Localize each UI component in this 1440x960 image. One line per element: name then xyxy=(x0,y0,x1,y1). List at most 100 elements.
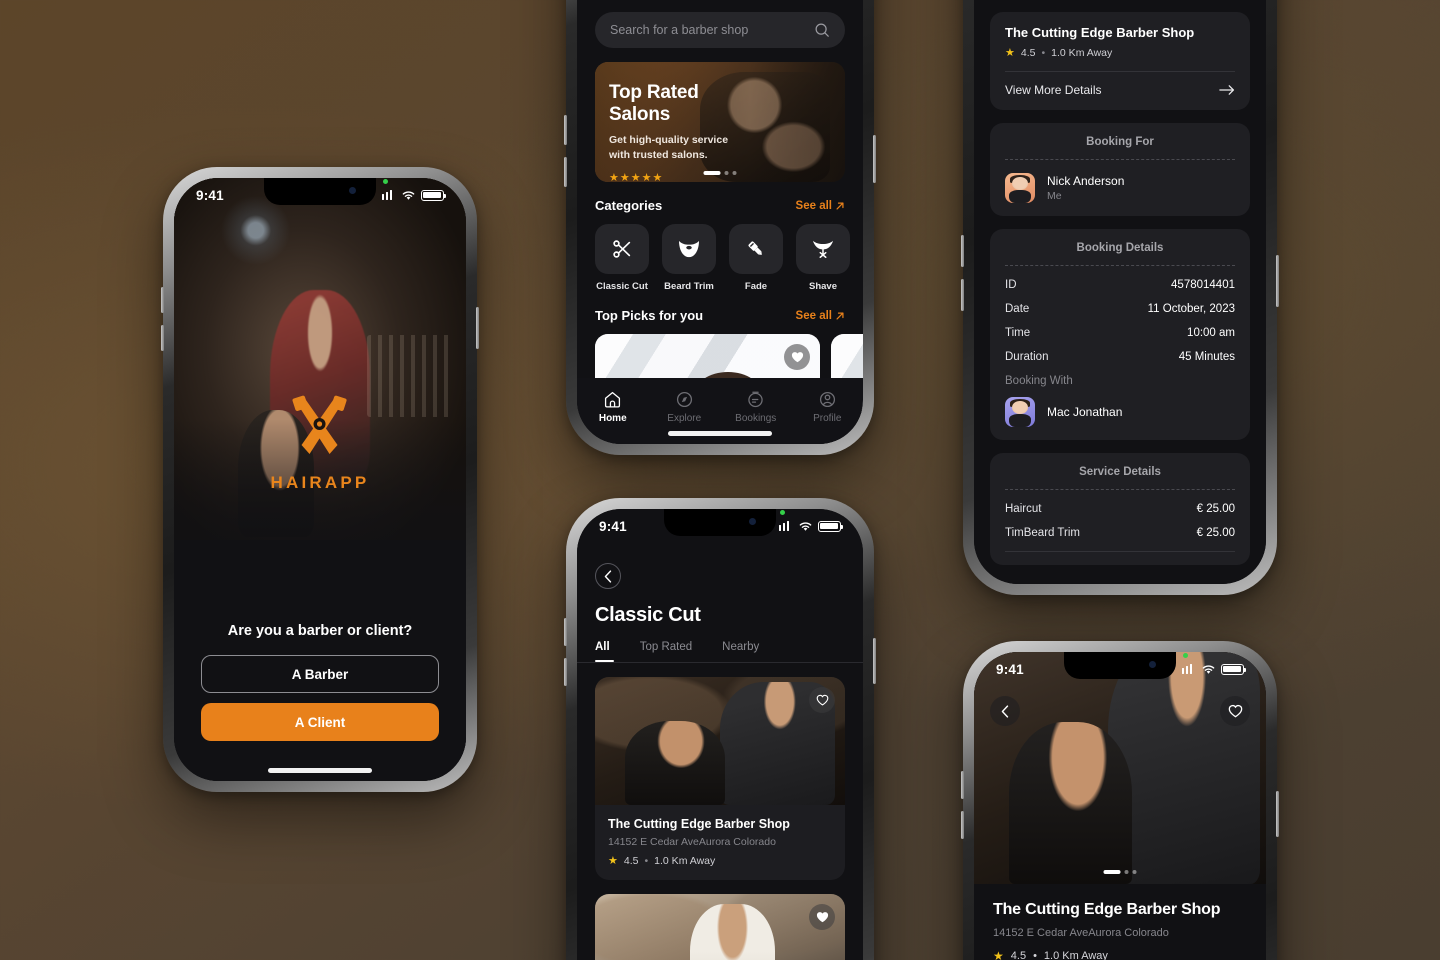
barber-shop-card[interactable]: The Cutting Edge Barber Shop 14152 E Ced… xyxy=(595,677,845,880)
person-role: Me xyxy=(1047,190,1062,202)
detail-row-duration: Duration 45 Minutes xyxy=(1005,351,1235,363)
battery-icon xyxy=(1221,663,1246,675)
calendar-icon xyxy=(720,388,792,410)
tab-profile[interactable]: Profile xyxy=(792,388,864,424)
volume-up-button[interactable] xyxy=(961,771,964,799)
volume-down-button[interactable] xyxy=(564,658,567,686)
detail-key: Duration xyxy=(1005,351,1049,363)
service-value: € 25.00 xyxy=(1196,527,1235,539)
beard-icon xyxy=(662,224,716,274)
top-picks-see-all-link[interactable]: See all xyxy=(796,310,845,322)
arrow-up-right-icon xyxy=(835,311,845,321)
meta-separator: • xyxy=(1041,46,1046,59)
hero-banner[interactable]: Top Rated Salons Get high-quality servic… xyxy=(595,62,845,182)
barber-shop-card[interactable] xyxy=(595,894,845,960)
shop-distance: 1.0 Km Away xyxy=(654,854,716,867)
shop-rating: 4.5 xyxy=(1010,950,1027,960)
shop-summary-card[interactable]: The Cutting Edge Barber Shop ★ 4.5 • 1.0… xyxy=(990,12,1250,110)
volume-down-button[interactable] xyxy=(161,325,164,351)
detail-row-time: Time 10:00 am xyxy=(1005,327,1235,339)
top-picks-heading: Top Picks for you xyxy=(595,308,704,323)
search-icon[interactable] xyxy=(814,22,830,38)
tab-nearby[interactable]: Nearby xyxy=(722,641,759,662)
power-button[interactable] xyxy=(873,135,876,183)
a-client-button[interactable]: A Client xyxy=(201,703,439,741)
clipper-icon xyxy=(729,224,783,274)
power-button[interactable] xyxy=(873,638,876,684)
categories-see-all-link[interactable]: See all xyxy=(796,200,845,212)
power-button[interactable] xyxy=(1276,791,1279,837)
shop-rating: 4.5 xyxy=(623,854,639,867)
crossed-razors-logo-icon xyxy=(283,393,357,467)
service-key: TimBeard Trim xyxy=(1005,527,1080,539)
favorite-heart-icon[interactable] xyxy=(784,344,810,370)
carousel-dots[interactable] xyxy=(1103,870,1137,874)
booking-for-person[interactable]: Nick Anderson Me xyxy=(1005,173,1235,203)
person-name: Nick Anderson xyxy=(1047,174,1125,188)
favorite-heart-icon[interactable] xyxy=(809,904,835,930)
avatar xyxy=(1005,173,1035,203)
category-item-classic-cut[interactable]: Classic Cut xyxy=(595,224,649,292)
category-item-fade[interactable]: Fade xyxy=(729,224,783,292)
arrow-right-icon xyxy=(1219,84,1235,96)
view-more-label: View More Details xyxy=(1005,83,1102,97)
tab-all[interactable]: All xyxy=(595,641,610,662)
role-question: Are you a barber or client? xyxy=(227,623,413,639)
page-title: Classic Cut xyxy=(595,604,701,626)
tab-home[interactable]: Home xyxy=(577,388,649,424)
battery-icon xyxy=(421,189,446,201)
booking-with-barber[interactable]: Mac Jonathan xyxy=(1005,397,1235,427)
volume-down-button[interactable] xyxy=(564,157,567,187)
carousel-dots[interactable] xyxy=(703,171,737,175)
meta-separator: • xyxy=(644,854,649,867)
favorite-heart-icon[interactable] xyxy=(809,687,835,713)
battery-icon xyxy=(818,520,843,532)
detail-value: 11 October, 2023 xyxy=(1147,303,1235,315)
volume-up-button[interactable] xyxy=(161,287,164,313)
power-button[interactable] xyxy=(476,307,479,349)
categories-heading: Categories xyxy=(595,198,663,213)
volume-up-button[interactable] xyxy=(961,235,964,267)
top-picks-section-header: Top Picks for you See all xyxy=(595,308,845,323)
back-button[interactable] xyxy=(595,563,621,589)
classic-cut-screen: 9:41 Classic Cut All Top Rated Nearby Th… xyxy=(577,509,863,960)
detail-value: 45 Minutes xyxy=(1178,351,1235,363)
shop-name: The Cutting Edge Barber Shop xyxy=(993,901,1221,918)
favorite-heart-icon[interactable] xyxy=(1220,696,1250,726)
scissors-icon xyxy=(595,224,649,274)
detail-key: Time xyxy=(1005,327,1031,339)
volume-down-button[interactable] xyxy=(961,811,964,839)
categories-section-header: Categories See all xyxy=(595,198,845,213)
search-input[interactable]: Search for a barber shop xyxy=(595,12,845,48)
shop-meta: ★ 4.5 • 1.0 Km Away xyxy=(1005,46,1235,60)
category-item-beard-trim[interactable]: Beard Trim xyxy=(662,224,716,292)
shop-rating: 4.5 xyxy=(1020,46,1036,59)
service-key: Haircut xyxy=(1005,503,1042,515)
shop-address: 14152 E Cedar AveAurora Colorado xyxy=(608,836,776,848)
booking-details-title: Booking Details xyxy=(1076,242,1164,254)
tab-bookings[interactable]: Bookings xyxy=(720,388,792,424)
detail-value: 10:00 am xyxy=(1187,327,1235,339)
home-indicator[interactable] xyxy=(268,768,372,773)
dashed-divider xyxy=(1005,265,1235,266)
booking-details-screen: The Cutting Edge Barber Shop ★ 4.5 • 1.0… xyxy=(974,0,1266,584)
razor-icon xyxy=(796,224,850,274)
back-button[interactable] xyxy=(990,696,1020,726)
detail-row-date: Date 11 October, 2023 xyxy=(1005,303,1235,315)
volume-up-button[interactable] xyxy=(564,618,567,646)
home-indicator[interactable] xyxy=(668,431,772,436)
category-item-shave[interactable]: Shave xyxy=(796,224,850,292)
cellular-signal-icon xyxy=(1181,653,1197,674)
hero-subtitle: Get high-quality service with trusted sa… xyxy=(609,134,729,162)
view-more-details-link[interactable]: View More Details xyxy=(1005,83,1235,97)
power-button[interactable] xyxy=(1276,255,1279,307)
tab-explore[interactable]: Explore xyxy=(649,388,721,424)
volume-down-button[interactable] xyxy=(961,279,964,311)
splash-screen: 9:41 HAIRAPP Are you a barber or client?… xyxy=(174,178,466,781)
tab-top-rated[interactable]: Top Rated xyxy=(640,641,692,662)
a-barber-button[interactable]: A Barber xyxy=(201,655,439,693)
divider xyxy=(1005,551,1235,552)
service-value: € 25.00 xyxy=(1196,503,1235,515)
hero-title: Top Rated Salons xyxy=(609,82,699,125)
volume-up-button[interactable] xyxy=(564,115,567,145)
